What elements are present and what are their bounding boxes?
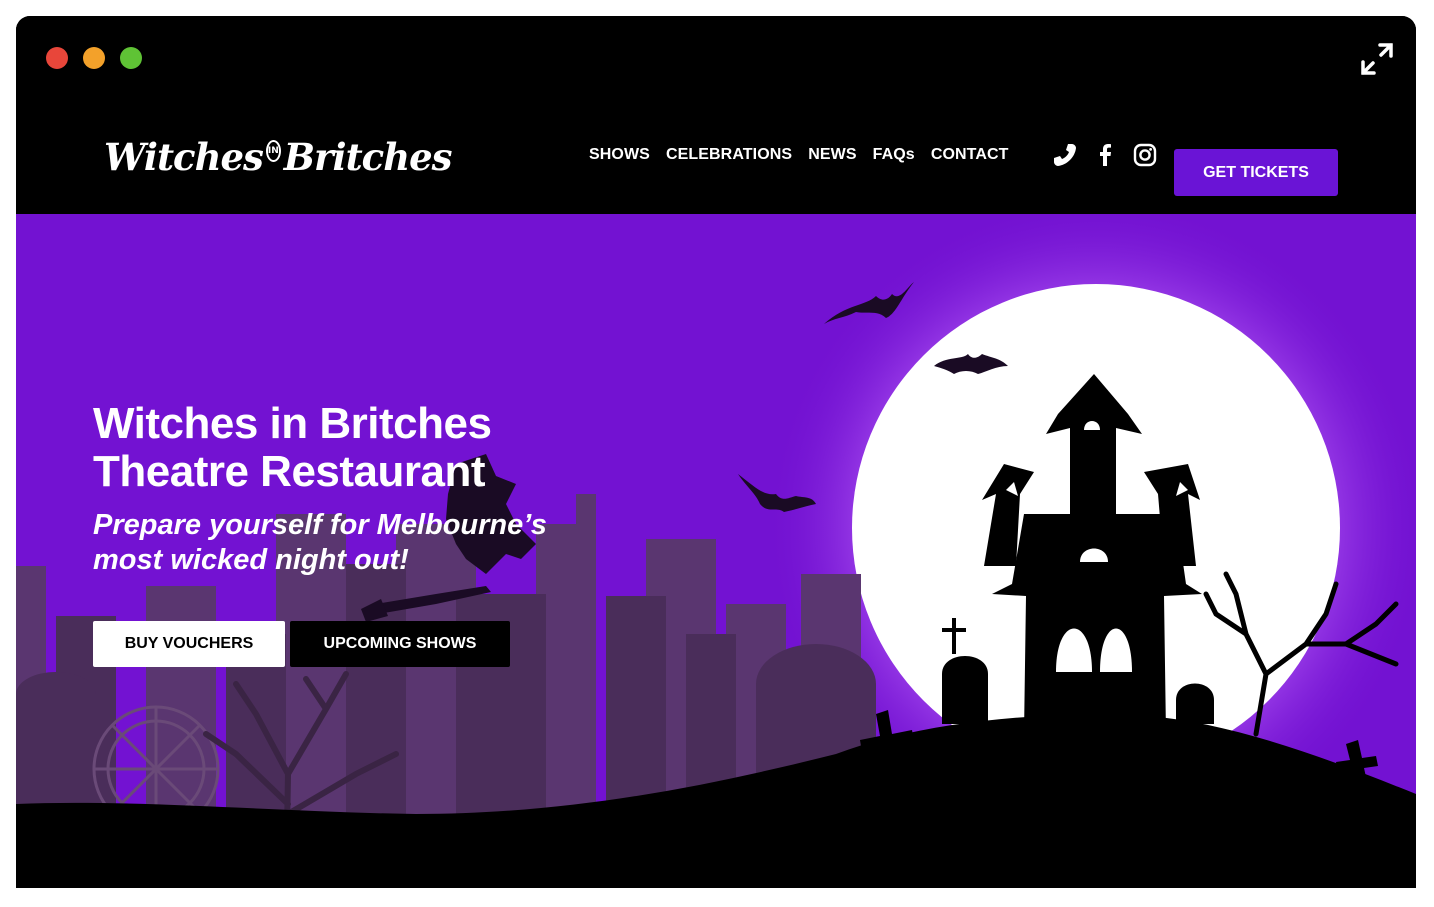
site-logo[interactable]: Witches IN Britches [104, 122, 452, 192]
browser-window: Witches IN Britches SHOWS CELEBRATIONS N… [16, 16, 1416, 888]
hero-text: Witches in Britches Theatre Restaurant P… [93, 400, 653, 578]
phone-icon[interactable] [1052, 142, 1078, 168]
close-window-button[interactable] [46, 47, 68, 69]
upcoming-shows-button[interactable]: UPCOMING SHOWS [290, 621, 510, 667]
hero-title: Witches in Britches Theatre Restaurant [93, 400, 653, 496]
maximize-window-button[interactable] [120, 47, 142, 69]
hero-banner: Witches in Britches Theatre Restaurant P… [16, 214, 1416, 888]
main-nav: SHOWS CELEBRATIONS NEWS FAQs CONTACT [589, 146, 1009, 164]
logo-word-britches: Britches [283, 135, 453, 179]
hero-subtitle: Prepare yourself for Melbourne’s most wi… [93, 508, 653, 578]
nav-item-faqs[interactable]: FAQs [873, 146, 915, 164]
hero-subtitle-line-1: Prepare yourself for Melbourne’s [93, 509, 547, 541]
instagram-icon[interactable] [1132, 142, 1158, 168]
nav-item-celebrations[interactable]: CELEBRATIONS [666, 146, 792, 164]
minimize-window-button[interactable] [83, 47, 105, 69]
hero-subtitle-line-2: most wicked night out! [93, 544, 409, 576]
hero-title-line-2: Theatre Restaurant [93, 447, 486, 496]
get-tickets-button[interactable]: GET TICKETS [1174, 149, 1338, 196]
buy-vouchers-button[interactable]: BUY VOUCHERS [93, 621, 285, 667]
social-links [1052, 142, 1158, 168]
logo-in-badge: IN [265, 140, 281, 162]
facebook-icon[interactable] [1092, 142, 1118, 168]
hero-buttons: BUY VOUCHERS UPCOMING SHOWS [93, 621, 510, 667]
fullscreen-icon[interactable] [1360, 42, 1394, 76]
logo-word-witches: Witches [104, 135, 264, 179]
nav-item-shows[interactable]: SHOWS [589, 146, 650, 164]
site-header: Witches IN Britches SHOWS CELEBRATIONS N… [16, 100, 1416, 214]
nav-item-news[interactable]: NEWS [808, 146, 856, 164]
hero-title-line-1: Witches in Britches [93, 399, 492, 448]
window-titlebar [16, 16, 1416, 100]
nav-item-contact[interactable]: CONTACT [931, 146, 1009, 164]
